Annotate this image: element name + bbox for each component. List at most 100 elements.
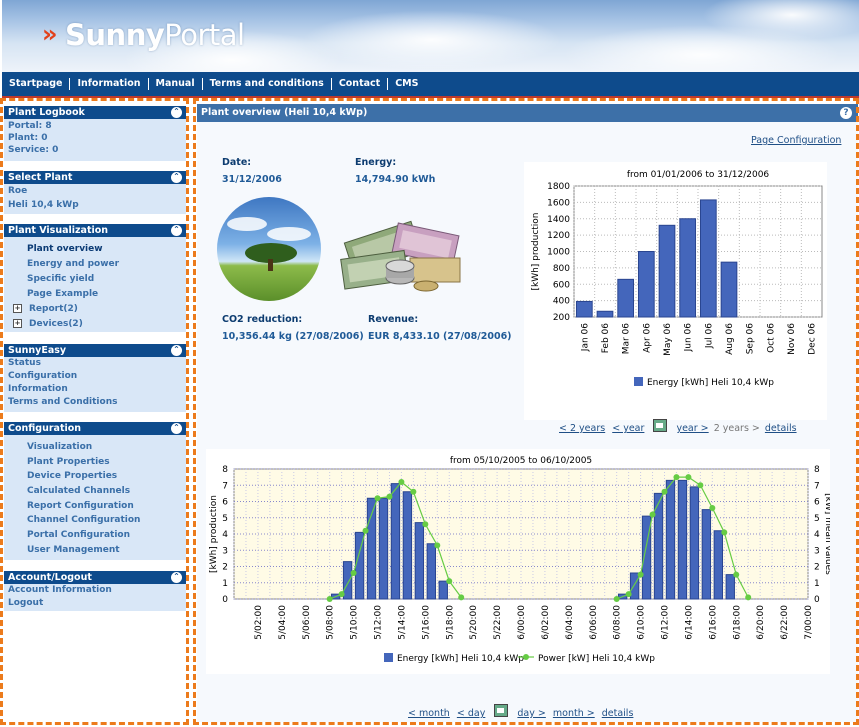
- sunnyeasy-header[interactable]: SunnyEasy ⌃: [4, 344, 186, 357]
- nav-contact[interactable]: Contact: [332, 78, 389, 90]
- collapse-icon[interactable]: ⌃: [171, 423, 182, 434]
- plant-heli[interactable]: Heli 10,4 kWp: [4, 198, 186, 212]
- sidebar-item-terms[interactable]: Terms and Conditions: [4, 396, 186, 409]
- chart1-bar: [720, 261, 738, 318]
- chart2-power-point: [733, 571, 740, 578]
- daily-energy-power-chart[interactable]: from 05/10/2005 to 06/10/2005 0 0 1 1 2 2 3 3 4 4 5…: [206, 449, 830, 674]
- nav-startpage[interactable]: Startpage: [2, 78, 71, 90]
- chart1-x-tick: Jun 06: [684, 323, 694, 353]
- sidebar-item-status[interactable]: Status: [4, 357, 186, 370]
- plant-visualization-header[interactable]: Plant Visualization ⌃: [4, 224, 186, 237]
- prev-day-link[interactable]: < day: [457, 708, 485, 719]
- nav-terms[interactable]: Terms and conditions: [203, 78, 332, 90]
- collapse-icon[interactable]: ⌃: [171, 225, 182, 236]
- expand-icon[interactable]: +: [13, 304, 22, 313]
- chart2-bar: [378, 497, 389, 600]
- chart1-x-tick: Jul 06: [704, 323, 714, 349]
- co2-value: 10,356.44 kg (27/08/2006): [222, 331, 364, 342]
- chart1-x-tick: Jan 06: [580, 323, 590, 352]
- chart1-y-tick: 1000: [547, 248, 570, 258]
- chart1-y-tick: 1800: [547, 182, 570, 192]
- sidebar-item-plant-overview[interactable]: Plant overview: [4, 242, 186, 256]
- sidebar-item-plant-properties[interactable]: Plant Properties: [4, 455, 186, 470]
- chart1-y-tick: 1400: [547, 215, 570, 225]
- chart2-x-tick: 6/22:00: [780, 605, 790, 640]
- prev-month-link[interactable]: < month: [408, 708, 450, 719]
- sidebar-item-channel-configuration[interactable]: Channel Configuration: [4, 513, 186, 528]
- collapse-icon[interactable]: ⌃: [171, 345, 182, 356]
- chart2-x-tick: 5/02:00: [254, 605, 264, 640]
- sidebar-item-visualization[interactable]: Visualization: [4, 440, 186, 455]
- sunnyeasy-box: SunnyEasy ⌃ Status Configuration Informat…: [4, 344, 186, 412]
- sunny-portal-logo[interactable]: » SunnyPortal: [42, 18, 245, 52]
- chart2-y2-tick: 4: [814, 530, 820, 540]
- next-day-link[interactable]: day >: [517, 708, 545, 719]
- expand-icon[interactable]: +: [13, 319, 22, 328]
- sidebar-item-devices[interactable]: + Devices(2): [4, 317, 186, 331]
- details-link-1[interactable]: details: [765, 423, 797, 434]
- chart2-power-point: [338, 591, 345, 598]
- chart2-x-tick: 6/08:00: [613, 605, 623, 640]
- nav-manual[interactable]: Manual: [149, 78, 203, 90]
- chart2-power-point: [398, 479, 405, 485]
- chart2-power-point: [422, 521, 429, 528]
- sidebar-item-energy-power[interactable]: Energy and power: [4, 257, 186, 271]
- chart2-x-tick: 5/08:00: [326, 605, 336, 640]
- revenue-value: EUR 8,433.10 (27/08/2006): [368, 331, 512, 342]
- chart2-y2-tick: 5: [814, 514, 820, 524]
- next-month-link[interactable]: month >: [553, 708, 595, 719]
- chart2-power-point: [673, 474, 680, 481]
- nav-cms[interactable]: CMS: [388, 78, 425, 90]
- calendar-icon[interactable]: [653, 419, 668, 432]
- chart2-bar: [438, 580, 448, 600]
- select-plant-header[interactable]: Select Plant ⌃: [4, 171, 186, 184]
- sidebar-item-device-properties[interactable]: Device Properties: [4, 469, 186, 484]
- sidebar-item-report-configuration[interactable]: Report Configuration: [4, 499, 186, 514]
- prev-year-link[interactable]: < year: [612, 423, 644, 434]
- sidebar-item-logout[interactable]: Logout: [4, 597, 186, 610]
- revenue-label: Revenue:: [368, 314, 419, 325]
- sidebar-item-page-example[interactable]: Page Example: [4, 287, 186, 301]
- plant-roe[interactable]: Roe: [4, 184, 186, 198]
- sidebar-item-account-information[interactable]: Account Information: [4, 584, 186, 597]
- yearly-energy-chart[interactable]: from 01/01/2006 to 31/12/2006 200 400 600 80…: [524, 162, 827, 420]
- sidebar-item-report[interactable]: + Report(2): [4, 302, 186, 316]
- chart2-power-point: [661, 488, 668, 495]
- account-logout-header[interactable]: Account/Logout ⌃: [4, 571, 186, 584]
- date-label: Date:: [222, 157, 252, 168]
- top-navigation: Startpage Information Manual Terms and cond…: [2, 72, 859, 98]
- chart1-y-tick: 200: [553, 313, 570, 323]
- chart2-x-tick: 6/18:00: [732, 605, 742, 640]
- chart2-x-tick: 6/16:00: [708, 605, 718, 640]
- chart1-bar: [637, 251, 655, 318]
- sidebar-item-configuration[interactable]: Configuration: [4, 370, 186, 383]
- chart2-x-tick: 6/04:00: [565, 605, 575, 640]
- chart2-y-tick: 7: [222, 481, 228, 491]
- next-year-link[interactable]: year >: [676, 423, 708, 434]
- chart1-x-tick: Apr 06: [642, 323, 652, 353]
- chart1-x-tick: Aug 06: [725, 323, 735, 355]
- sidebar-item-specific-yield[interactable]: Specific yield: [4, 272, 186, 286]
- sidebar-item-user-management[interactable]: User Management: [4, 543, 186, 558]
- sidebar-item-information[interactable]: Information: [4, 383, 186, 396]
- details-link-2[interactable]: details: [602, 708, 634, 719]
- nav-information[interactable]: Information: [70, 78, 149, 90]
- chart2-x-tick: 5/22:00: [493, 605, 503, 640]
- chart2-legend-swatch-energy: [384, 653, 393, 662]
- sidebar-item-calculated-channels[interactable]: Calculated Channels: [4, 484, 186, 499]
- energy-label: Energy:: [355, 157, 397, 168]
- collapse-icon[interactable]: ⌃: [171, 172, 182, 183]
- collapse-icon[interactable]: ⌃: [171, 107, 182, 118]
- plant-logbook-header[interactable]: Plant Logbook ⌃: [4, 106, 186, 119]
- chart2-y2-tick: 7: [814, 481, 820, 491]
- configuration-header[interactable]: Configuration ⌃: [4, 422, 186, 435]
- prev-2-years-link[interactable]: < 2 years: [559, 423, 605, 434]
- collapse-icon[interactable]: ⌃: [171, 572, 182, 583]
- help-icon[interactable]: ?: [840, 107, 852, 119]
- chart2-bar: [426, 543, 436, 600]
- calendar-icon[interactable]: [494, 704, 509, 717]
- page-configuration-link[interactable]: Page Configuration: [751, 135, 841, 146]
- chart2-bar: [701, 509, 712, 600]
- logbook-service[interactable]: Service: 0: [4, 143, 186, 157]
- sidebar-item-portal-configuration[interactable]: Portal Configuration: [4, 528, 186, 543]
